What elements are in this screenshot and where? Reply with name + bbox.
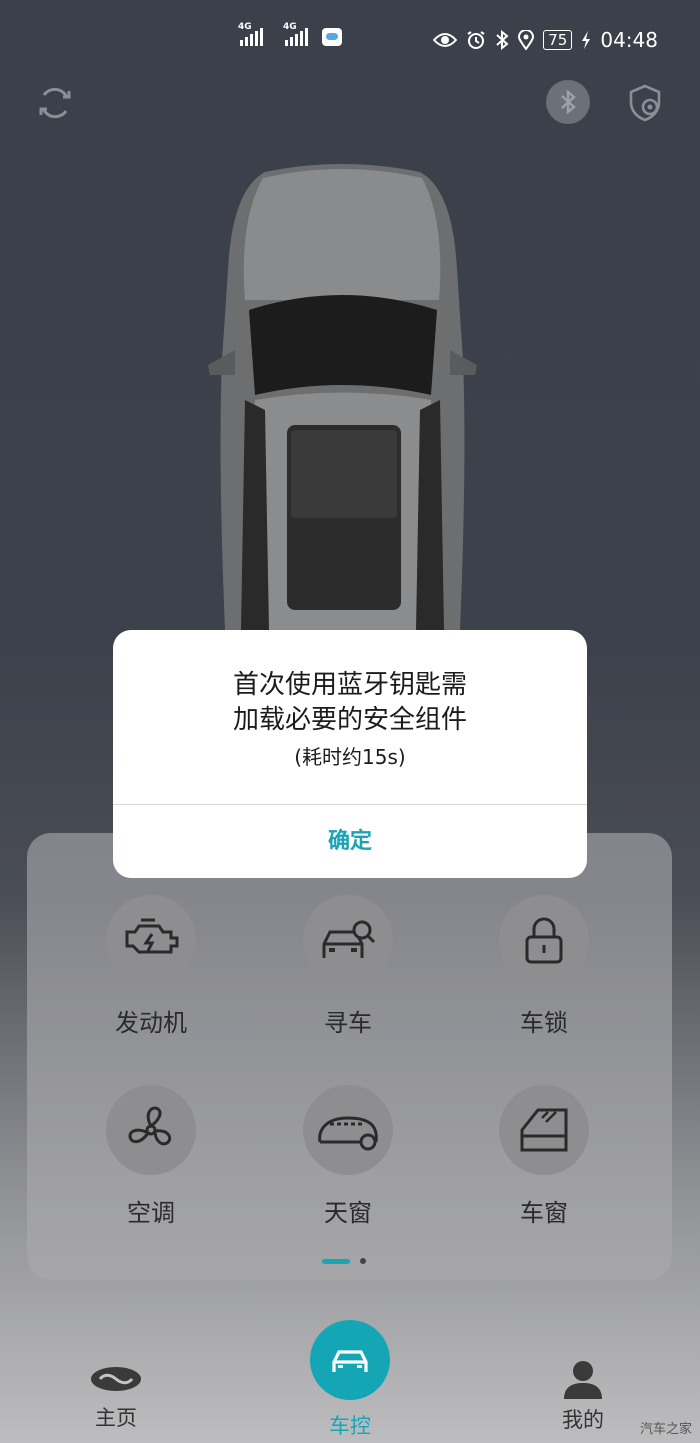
location-icon [518, 30, 535, 50]
nav-mine-label: 我的 [562, 1408, 604, 1432]
car-image [208, 164, 477, 630]
lock-icon [499, 895, 589, 985]
sunroof-control[interactable]: 天窗 [293, 1085, 403, 1228]
dialog-subtext: (耗时约15s) [294, 745, 406, 769]
engine-icon [106, 895, 196, 985]
nav-mine[interactable]: 我的 [547, 1359, 619, 1434]
clock: 04:48 [600, 28, 658, 52]
bluetooth-key-icon[interactable] [546, 80, 590, 124]
ac-control[interactable]: 空调 [96, 1085, 206, 1228]
sunroof-icon [303, 1085, 393, 1175]
control-label: 发动机 [115, 1009, 187, 1037]
confirm-button[interactable]: 确定 [113, 805, 587, 878]
bluetooth-icon [496, 30, 509, 50]
control-label: 天窗 [324, 1199, 372, 1227]
shield-settings-icon[interactable] [626, 83, 664, 123]
battery-icon: 75 [543, 30, 573, 50]
bottom-nav: 主页 车控 我的 [0, 1305, 700, 1443]
car-icon [332, 1350, 368, 1372]
nav-home[interactable]: 主页 [80, 1365, 152, 1432]
eye-icon [433, 33, 458, 47]
page-dot[interactable] [360, 1258, 366, 1264]
control-label: 车窗 [520, 1199, 568, 1227]
charging-icon [582, 31, 591, 49]
dialog-line-1: 首次使用蓝牙钥匙需 [232, 670, 467, 700]
brand-logo-icon [91, 1367, 141, 1391]
engine-control[interactable]: 发动机 [96, 895, 206, 1038]
signal-2-icon: 4G [283, 22, 308, 46]
fan-icon [106, 1085, 196, 1175]
dialog-line-2: 加载必要的安全组件 [232, 705, 467, 735]
window-icon [499, 1085, 589, 1175]
cloud-icon [322, 28, 342, 46]
alarm-icon [467, 31, 485, 49]
watermark: 汽车之家 [639, 1422, 692, 1437]
dialog-message: 首次使用蓝牙钥匙需 加载必要的安全组件 (耗时约15s) [113, 668, 587, 772]
find-car-control[interactable]: 寻车 [293, 895, 403, 1038]
control-label: 空调 [127, 1199, 175, 1227]
lock-control[interactable]: 车锁 [489, 895, 599, 1038]
control-label: 寻车 [324, 1009, 372, 1037]
nav-home-label: 主页 [95, 1406, 137, 1430]
signal-1-icon: 4G [238, 22, 263, 46]
window-control[interactable]: 车窗 [489, 1085, 599, 1228]
refresh-icon[interactable] [36, 84, 74, 122]
status-bar: 4G 4G 75 04:48 [0, 22, 700, 62]
page-indicator [322, 1258, 366, 1264]
bluetooth-key-dialog: 首次使用蓝牙钥匙需 加载必要的安全组件 (耗时约15s) 确定 [113, 630, 587, 878]
find-car-icon [303, 895, 393, 985]
page-dot-active[interactable] [322, 1258, 350, 1264]
control-label: 车锁 [520, 1009, 568, 1037]
user-icon [564, 1361, 602, 1399]
nav-car-control-button[interactable] [310, 1320, 390, 1400]
nav-car-control-label[interactable]: 车控 [314, 1410, 386, 1440]
